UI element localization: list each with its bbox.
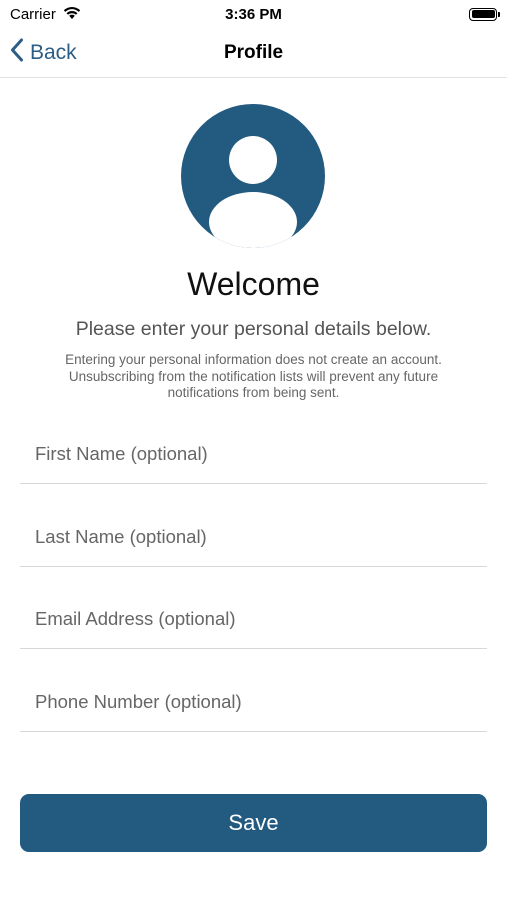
phone-field-row [20,672,487,732]
email-input[interactable] [20,589,487,648]
subtitle-text: Please enter your personal details below… [75,318,432,340]
page-title: Profile [223,41,284,63]
person-icon [181,136,325,248]
disclaimer-line: Unsubscribing from the notification list… [68,368,439,384]
avatar [181,104,325,248]
first-name-field-row [20,424,487,484]
status-bar: Carrier 3:36 PM [0,0,507,28]
battery-icon [469,7,500,21]
navigation-bar: Back Profile [0,28,507,78]
disclaimer-line: notifications from being sent. [167,385,340,400]
profile-screen: Carrier 3:36 PM Back Profile Welcome Ple… [0,0,507,900]
disclaimer-line: Entering your personal information does … [65,352,442,367]
disclaimer-text: Entering your personal information does … [30,352,477,402]
welcome-heading: Welcome [187,266,320,302]
last-name-input[interactable] [20,507,487,566]
first-name-input[interactable] [20,424,487,483]
carrier-label: Carrier [10,5,56,23]
last-name-field-row [20,507,487,567]
email-field-row [20,589,487,649]
phone-input[interactable] [20,672,487,731]
wifi-icon [62,5,82,24]
status-left: Carrier [10,5,82,24]
save-button[interactable]: Save [20,794,487,852]
